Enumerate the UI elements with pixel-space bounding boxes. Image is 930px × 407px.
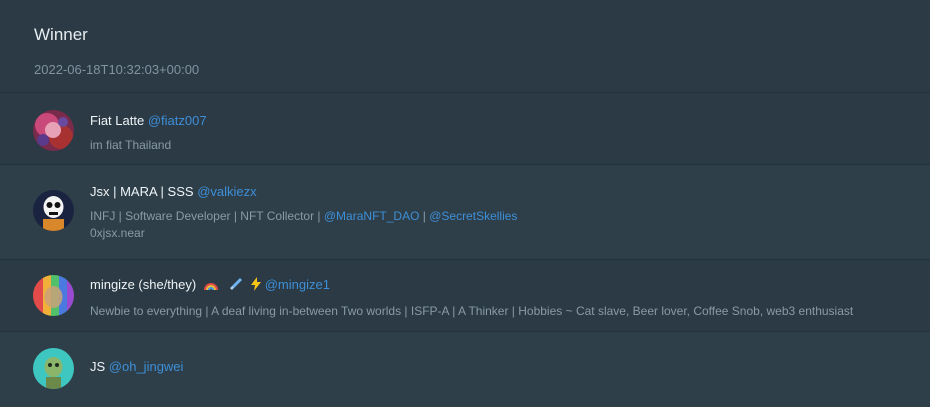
user-name[interactable]: Jsx | MARA | SSS bbox=[90, 184, 194, 199]
user-name[interactable]: JS bbox=[90, 359, 105, 374]
user-bio-line: 0xjsx.near bbox=[90, 226, 145, 240]
mention-link[interactable]: @MaraNFT_DAO bbox=[324, 209, 420, 223]
user-bio: im fiat Thailand bbox=[90, 138, 172, 152]
user-name[interactable]: mingize (she/they) bbox=[90, 277, 196, 292]
avatar[interactable] bbox=[33, 275, 74, 316]
avatar[interactable] bbox=[33, 348, 74, 389]
winner-list: Fiat Latte @fiatz007 im fiat Thailand Js… bbox=[0, 92, 930, 407]
avatar[interactable] bbox=[33, 190, 74, 231]
mention-link[interactable]: @SecretSkellies bbox=[429, 209, 517, 223]
avatar[interactable] bbox=[33, 110, 74, 151]
lightning-icon bbox=[251, 277, 262, 295]
timestamp: 2022-06-18T10:32:03+00:00 bbox=[34, 62, 200, 77]
winner-header: Winner 2022-06-18T10:32:03+00:00 bbox=[0, 0, 930, 92]
bio-text: INFJ | Software Developer | NFT Collecto… bbox=[90, 209, 324, 223]
user-handle-link[interactable]: @mingize1 bbox=[265, 277, 330, 292]
user-handle-link[interactable]: @valkiezx bbox=[197, 184, 256, 199]
user-handle-link[interactable]: @oh_jingwei bbox=[109, 359, 184, 374]
syringe-icon bbox=[229, 277, 243, 295]
bio-separator: | bbox=[419, 209, 430, 223]
rainbow-icon bbox=[203, 279, 218, 295]
list-item[interactable]: Fiat Latte @fiatz007 im fiat Thailand bbox=[0, 92, 930, 164]
user-bio: INFJ | Software Developer | NFT Collecto… bbox=[90, 208, 920, 224]
user-handle-link[interactable]: @fiatz007 bbox=[148, 113, 207, 128]
user-bio: Newbie to everything | A deaf living in-… bbox=[90, 304, 854, 318]
list-item[interactable]: Jsx | MARA | SSS @valkiezx INFJ | Softwa… bbox=[0, 164, 930, 259]
page-title: Winner bbox=[34, 25, 88, 44]
list-item[interactable]: mingize (she/they) @mingize1 Newbie to e… bbox=[0, 259, 930, 331]
user-name[interactable]: Fiat Latte bbox=[90, 113, 144, 128]
list-item[interactable]: JS @oh_jingwei bbox=[0, 331, 930, 407]
